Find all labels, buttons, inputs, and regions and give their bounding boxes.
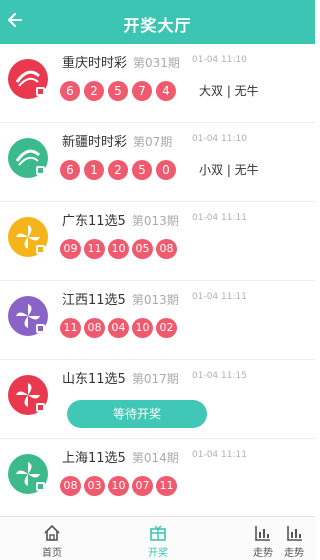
lottery-name: 重庆时时彩 第031期 <box>62 56 180 71</box>
number-ball: 6 <box>60 159 80 180</box>
trend-chart-icon <box>255 526 270 541</box>
number-balls: 62574 <box>60 80 180 102</box>
number-ball: 02 <box>156 317 177 338</box>
issue-number: 第017期 <box>131 372 179 386</box>
number-ball: 09 <box>60 238 81 259</box>
lottery-row-2[interactable]: 广东11选5 第013期 01-04 11:11 09 11 10 05 08 <box>0 202 315 281</box>
number-ball: 03 <box>84 475 105 496</box>
number-ball: 11 <box>84 238 105 259</box>
waiting-draw-button[interactable]: 等待开奖 <box>67 400 207 428</box>
pinwheel-logo-icon <box>8 454 48 494</box>
number-ball: 11 <box>60 317 81 338</box>
number-ball: 0 <box>156 159 176 180</box>
lottery-name: 江西11选5 第013期 <box>62 293 179 308</box>
number-balls: 11 08 04 10 02 <box>60 317 180 339</box>
lottery-icon <box>150 525 166 541</box>
draw-time: 01-04 11:10 <box>192 55 247 65</box>
tab-trend-overflow[interactable]: 走势 <box>281 517 315 560</box>
tab-lottery[interactable]: 开奖 <box>133 517 183 560</box>
number-ball: 04 <box>108 317 129 338</box>
draw-time: 01-04 11:11 <box>192 213 247 223</box>
draw-time: 01-04 11:11 <box>192 450 247 460</box>
number-ball: 08 <box>60 475 81 496</box>
number-ball: 05 <box>132 238 153 259</box>
number-ball: 10 <box>108 238 129 259</box>
result-text: 大双 | 无牛 <box>199 84 259 98</box>
number-ball: 6 <box>60 80 80 101</box>
number-ball: 5 <box>108 80 128 101</box>
number-ball: 4 <box>156 80 176 101</box>
lottery-row-0[interactable]: 重庆时时彩 第031期 01-04 11:10 62574 大双 | 无牛 <box>0 44 315 123</box>
home-icon <box>44 524 60 541</box>
lottery-row-5[interactable]: 上海11选5 第014期 01-04 11:11 08 03 10 07 11 <box>0 439 315 516</box>
lottery-row-3[interactable]: 江西11选5 第013期 01-04 11:11 11 08 04 10 02 <box>0 281 315 360</box>
number-balls: 61250 <box>60 159 180 181</box>
number-balls: 09 11 10 05 08 <box>60 238 180 260</box>
page-title: 开奖大厅 <box>123 16 192 35</box>
lottery-row-1[interactable]: 新疆时时彩 第07期 01-04 11:10 61250 小双 | 无牛 <box>0 123 315 202</box>
lottery-logo-icon <box>8 59 48 99</box>
lottery-name: 广东11选5 第013期 <box>62 214 179 229</box>
draw-time: 01-04 11:11 <box>192 292 247 302</box>
number-ball: 1 <box>84 159 104 180</box>
number-ball: 11 <box>156 475 177 496</box>
number-ball: 5 <box>132 159 152 180</box>
pinwheel-logo-icon <box>8 375 48 415</box>
draw-time: 01-04 11:10 <box>192 134 247 144</box>
app-header: 开奖大厅 <box>0 0 315 44</box>
tab-label: 开奖 <box>148 548 168 559</box>
number-ball: 07 <box>132 475 153 496</box>
issue-number: 第031期 <box>133 56 180 70</box>
pinwheel-logo-icon <box>8 217 48 257</box>
issue-number: 第013期 <box>131 214 179 228</box>
number-ball: 10 <box>132 317 153 338</box>
number-ball: 2 <box>84 80 104 101</box>
lottery-logo-icon <box>8 138 48 178</box>
tab-label: 走势 <box>253 548 273 559</box>
lottery-name: 山东11选5 第017期 <box>62 372 179 387</box>
lottery-name: 新疆时时彩 第07期 <box>62 135 173 150</box>
tab-label: 走势 <box>284 548 304 559</box>
lottery-row-4[interactable]: 山东11选5 第017期 01-04 11:15 等待开奖 <box>0 360 315 439</box>
number-ball: 08 <box>156 238 177 259</box>
lottery-list: 重庆时时彩 第031期 01-04 11:10 62574 大双 | 无牛 新疆时… <box>0 44 315 516</box>
issue-number: 第07期 <box>133 135 173 149</box>
number-balls: 08 03 10 07 11 <box>60 475 180 497</box>
number-ball: 2 <box>108 159 128 180</box>
lottery-name: 上海11选5 第014期 <box>62 451 179 466</box>
issue-number: 第014期 <box>131 451 179 465</box>
tab-home[interactable]: 首页 <box>27 517 77 560</box>
trend-chart-icon <box>287 526 302 541</box>
result-text: 小双 | 无牛 <box>199 163 259 177</box>
pinwheel-logo-icon <box>8 296 48 336</box>
draw-time: 01-04 11:15 <box>192 371 247 381</box>
tab-label: 首页 <box>42 548 62 559</box>
number-ball: 10 <box>108 475 129 496</box>
number-ball: 7 <box>132 80 152 101</box>
issue-number: 第013期 <box>131 293 179 307</box>
bottom-tab-bar: 首页 开奖 走势 走势 <box>0 516 315 560</box>
number-ball: 08 <box>84 317 105 338</box>
